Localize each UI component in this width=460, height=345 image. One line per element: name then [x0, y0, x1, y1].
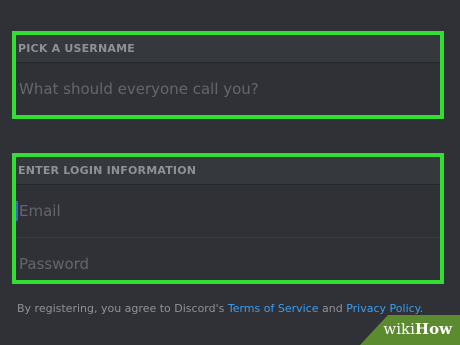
text-cursor — [16, 201, 18, 221]
wikihow-watermark: wikiHow — [360, 315, 460, 345]
watermark-logo: wikiHow — [383, 320, 452, 338]
email-placeholder: Email — [19, 202, 61, 220]
username-input[interactable]: What should everyone call you? — [16, 63, 440, 115]
terms-conjunction: and — [318, 302, 347, 315]
watermark-how: How — [414, 320, 452, 338]
terms-suffix: . — [419, 302, 424, 315]
watermark-wiki: wiki — [383, 320, 415, 338]
username-placeholder: What should everyone call you? — [19, 80, 259, 98]
terms-of-service-link[interactable]: Terms of Service — [228, 302, 319, 315]
terms-prefix: By registering, you agree to Discord's — [17, 302, 228, 315]
terms-notice: By registering, you agree to Discord's T… — [17, 302, 423, 315]
password-input[interactable]: Password — [16, 237, 440, 289]
email-input[interactable]: Email — [16, 185, 440, 237]
login-section: ENTER LOGIN INFORMATION Email Password — [12, 153, 444, 284]
username-header: PICK A USERNAME — [16, 35, 440, 63]
registration-screen: PICK A USERNAME What should everyone cal… — [0, 0, 460, 345]
username-section: PICK A USERNAME What should everyone cal… — [12, 31, 444, 119]
privacy-policy-link[interactable]: Privacy Policy — [346, 302, 419, 315]
password-placeholder: Password — [19, 255, 90, 273]
login-header: ENTER LOGIN INFORMATION — [16, 157, 440, 185]
